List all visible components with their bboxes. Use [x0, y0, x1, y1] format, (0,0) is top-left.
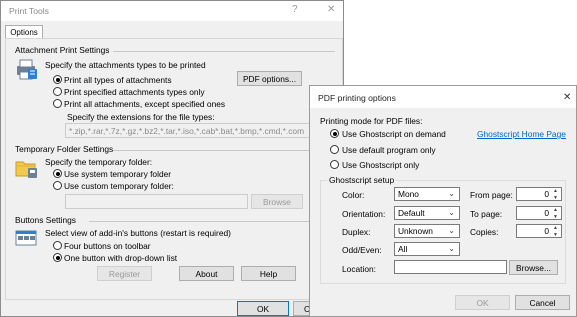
help-icon[interactable]: ? — [292, 4, 298, 15]
duplex-select[interactable]: Unknown ⌄ — [394, 224, 460, 238]
orientation-value: Default — [398, 208, 425, 218]
pdf-dialog-title: PDF printing options — [318, 93, 396, 103]
radio-system-temp[interactable] — [53, 169, 62, 178]
about-label: About — [195, 268, 218, 279]
copies-value: 0 — [544, 226, 549, 236]
color-select[interactable]: Mono ⌄ — [394, 187, 460, 201]
label-print-all-types[interactable]: Print all types of attachments — [64, 75, 172, 85]
spin-arrows-icon[interactable]: ▲ ▼ — [551, 225, 560, 237]
temp-divider — [113, 150, 335, 151]
to-page-label: To page: — [470, 209, 503, 219]
extensions-prompt: Specify the extensions for the file type… — [67, 112, 215, 122]
ghostscript-setup-title: Ghostscript setup — [327, 175, 397, 185]
buttons-divider — [89, 221, 335, 222]
label-default-program[interactable]: Use default program only — [342, 145, 436, 155]
temp-path-input[interactable] — [65, 194, 248, 209]
attachment-divider — [113, 51, 335, 52]
oddeven-label: Odd/Even: — [342, 245, 382, 255]
duplex-value: Unknown — [398, 226, 433, 236]
from-page-value: 0 — [544, 189, 549, 199]
pdf-title-bar[interactable]: PDF printing options ✕ — [310, 86, 576, 108]
pdf-options-dialog: PDF printing options ✕ Printing mode for… — [309, 85, 577, 317]
chevron-down-icon: ⌄ — [448, 189, 455, 198]
label-four-buttons[interactable]: Four buttons on toolbar — [64, 241, 151, 251]
radio-custom-temp[interactable] — [53, 181, 62, 190]
oddeven-value: All — [398, 244, 408, 254]
label-ghostscript-only[interactable]: Use Ghostscript only — [342, 160, 419, 170]
radio-print-specified[interactable] — [53, 87, 62, 96]
radio-default-program[interactable] — [330, 145, 339, 154]
location-label: Location: — [342, 264, 376, 274]
temp-browse-button[interactable]: Browse — [251, 194, 303, 209]
chevron-down-icon: ⌄ — [448, 226, 455, 235]
pdf-options-label: PDF options... — [242, 73, 297, 84]
temp-browse-label: Browse — [263, 196, 291, 207]
radio-ghostscript-only[interactable] — [330, 160, 339, 169]
radio-four-buttons[interactable] — [53, 241, 62, 250]
main-ok-button[interactable]: OK — [237, 301, 289, 316]
to-page-input[interactable]: 0 ▲ ▼ — [516, 206, 562, 220]
color-label: Color: — [342, 190, 365, 200]
label-system-temp[interactable]: Use system temporary folder — [64, 169, 171, 179]
to-page-value: 0 — [544, 208, 549, 218]
duplex-label: Duplex: — [342, 227, 371, 237]
orientation-label: Orientation: — [342, 209, 386, 219]
from-page-label: From page: — [470, 190, 513, 200]
main-ok-label: OK — [256, 303, 270, 314]
pdf-options-button[interactable]: PDF options... — [237, 71, 302, 86]
buttons-prompt: Select view of add-in's buttons (restart… — [45, 228, 231, 238]
label-print-except[interactable]: Print all attachments, except specified … — [64, 99, 225, 109]
ghostscript-home-link[interactable]: Ghostscript Home Page — [477, 129, 566, 139]
tab-options-label: Options — [10, 28, 38, 37]
oddeven-select[interactable]: All ⌄ — [394, 242, 460, 256]
tab-options[interactable]: Options — [5, 25, 43, 39]
orientation-select[interactable]: Default ⌄ — [394, 206, 460, 220]
register-button[interactable]: Register — [97, 266, 152, 281]
pdf-cancel-button[interactable]: Cancel — [515, 295, 570, 310]
spin-arrows-icon[interactable]: ▲ ▼ — [551, 188, 560, 200]
pdf-close-icon[interactable]: ✕ — [563, 92, 571, 103]
radio-ghostscript-demand[interactable] — [330, 129, 339, 138]
register-label: Register — [108, 268, 141, 279]
radio-print-except[interactable] — [53, 99, 62, 108]
label-one-button[interactable]: One button with drop-down list — [64, 253, 177, 263]
label-print-specified[interactable]: Print specified attachments types only — [64, 87, 205, 97]
pdf-ok-button[interactable]: OK — [455, 295, 510, 310]
label-ghostscript-demand[interactable]: Use Ghostscript on demand — [342, 129, 446, 139]
extensions-input[interactable]: *.zip,*.rar,*.7z,*.gz,*.bz2,*.tar,*.iso,… — [65, 123, 335, 138]
copies-label: Copies: — [470, 227, 499, 237]
print-tools-window: Print Tools ? ✕ Options Attachment Print… — [0, 0, 344, 317]
temp-folder-heading: Temporary Folder Settings — [15, 144, 114, 154]
pdf-cancel-label: Cancel — [529, 297, 556, 308]
help-label: Help — [259, 268, 278, 279]
printer-attachment-icon — [17, 59, 37, 80]
radio-one-button[interactable] — [53, 253, 62, 262]
buttons-heading: Buttons Settings — [15, 215, 76, 225]
close-icon[interactable]: ✕ — [327, 4, 335, 15]
title-bar[interactable]: Print Tools ? ✕ — [1, 1, 343, 21]
pdf-ok-label: OK — [476, 297, 489, 308]
chevron-down-icon: ⌄ — [448, 208, 455, 217]
copies-input[interactable]: 0 ▲ ▼ — [516, 224, 562, 238]
help-button[interactable]: Help — [241, 266, 296, 281]
label-custom-temp[interactable]: Use custom temporary folder: — [64, 181, 174, 191]
radio-print-all-types[interactable] — [53, 75, 62, 84]
color-value: Mono — [398, 189, 419, 199]
extensions-value: *.zip,*.rar,*.7z,*.gz,*.bz2,*.tar,*.iso,… — [69, 125, 305, 136]
chevron-down-icon: ⌄ — [448, 244, 455, 253]
spin-arrows-icon[interactable]: ▲ ▼ — [551, 207, 560, 219]
temp-folder-prompt: Specify the temporary folder: — [45, 157, 153, 167]
toolbar-buttons-icon — [15, 230, 37, 246]
location-browse-label: Browse... — [516, 262, 551, 273]
window-title: Print Tools — [9, 6, 49, 16]
printing-mode-label: Printing mode for PDF files: — [320, 116, 423, 126]
attachment-heading: Attachment Print Settings — [15, 45, 110, 55]
attachment-prompt: Specify the attachments types to be prin… — [45, 60, 206, 70]
location-browse-button[interactable]: Browse... — [509, 260, 558, 275]
folder-icon — [15, 161, 37, 178]
from-page-input[interactable]: 0 ▲ ▼ — [516, 187, 562, 201]
about-button[interactable]: About — [179, 266, 234, 281]
location-input[interactable] — [394, 260, 507, 274]
